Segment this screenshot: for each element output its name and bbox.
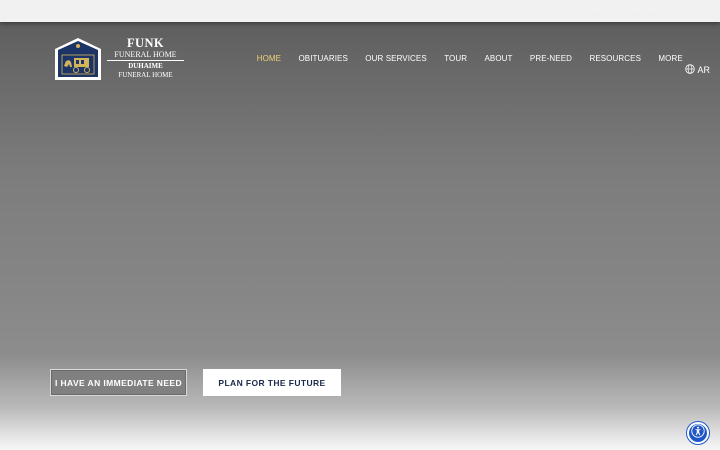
site-logo[interactable]: FUNK FUNERAL HOME DUHAIME FUNERAL HOME bbox=[52, 34, 184, 82]
main-navigation: HOME OBITUARIES OUR SERVICES TOUR ABOUT … bbox=[248, 52, 691, 64]
nav-item-obituaries[interactable]: OBITUARIES bbox=[290, 54, 357, 63]
logo-subtitle: FUNERAL HOME bbox=[107, 50, 184, 61]
phone-link[interactable]: (810) 742-0787 bbox=[523, 5, 581, 14]
contact-info: (810) 742-0787 | info@funkfuneralhome.co… bbox=[523, 5, 694, 14]
nav-item-more[interactable]: MORE bbox=[650, 54, 692, 63]
email-link[interactable]: info@funkfuneralhome.com bbox=[591, 5, 694, 14]
immediate-need-button[interactable]: I HAVE AN IMMEDIATE NEED bbox=[50, 369, 187, 396]
nav-item-about[interactable]: ABOUT bbox=[476, 54, 521, 63]
language-label: AR bbox=[697, 65, 710, 75]
logo-text: FUNK FUNERAL HOME DUHAIME FUNERAL HOME bbox=[107, 37, 184, 79]
top-bar: (810) 742-0787 | info@funkfuneralhome.co… bbox=[0, 0, 720, 22]
separator: | bbox=[584, 5, 588, 14]
language-selector[interactable]: AR bbox=[685, 64, 710, 76]
logo-title: FUNK bbox=[126, 36, 164, 50]
plan-future-button[interactable]: PLAN FOR THE FUTURE bbox=[203, 369, 341, 396]
accessibility-icon bbox=[691, 423, 705, 443]
globe-icon bbox=[685, 64, 696, 76]
nav-item-our-services[interactable]: OUR SERVICES bbox=[357, 54, 436, 63]
nav-item-resources[interactable]: RESOURCES bbox=[581, 54, 650, 63]
logo-emblem-icon bbox=[52, 35, 104, 81]
accessibility-button[interactable] bbox=[687, 422, 709, 444]
nav-item-home[interactable]: HOME bbox=[248, 54, 290, 63]
nav-item-tour[interactable]: TOUR bbox=[436, 54, 476, 63]
logo-secondary-title: DUHAIME bbox=[128, 62, 163, 70]
logo-secondary-subtitle: FUNERAL HOME bbox=[118, 71, 173, 79]
nav-item-pre-need[interactable]: PRE-NEED bbox=[521, 54, 581, 63]
